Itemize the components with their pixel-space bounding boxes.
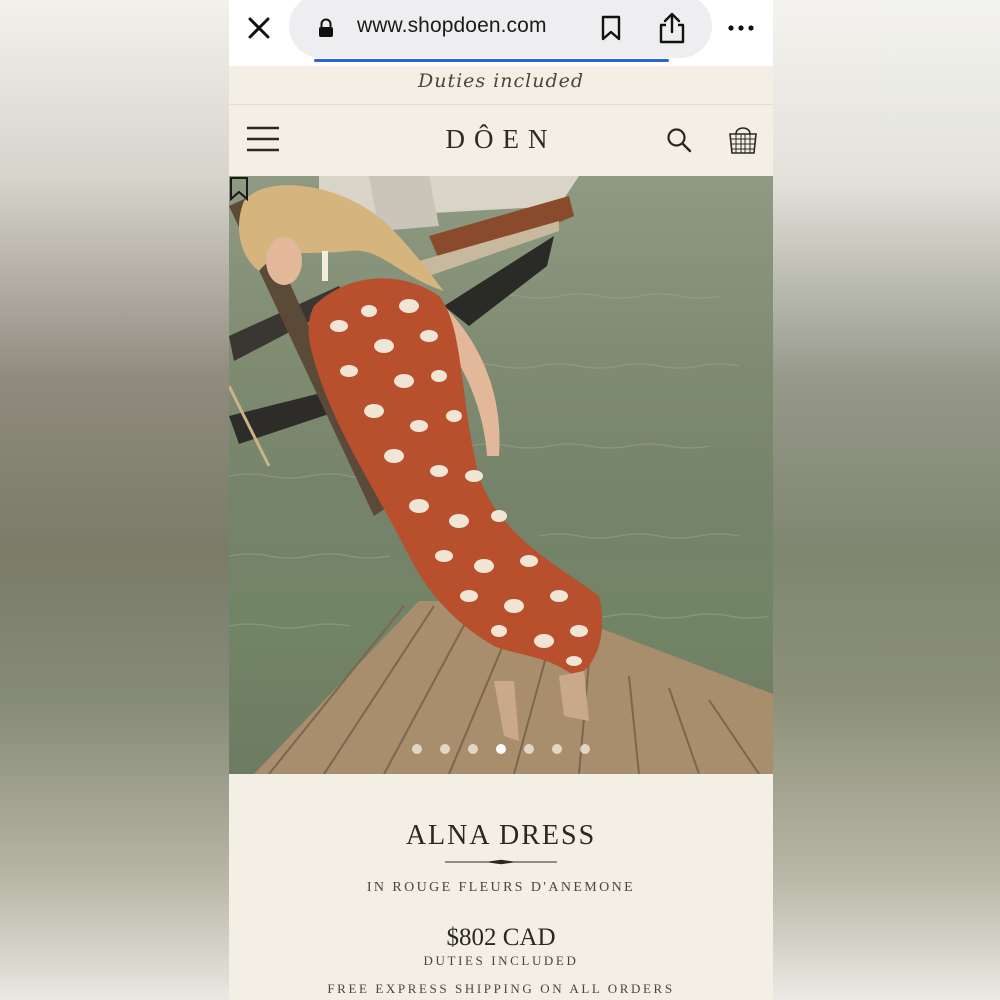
search-icon[interactable] [666, 127, 692, 153]
more-icon[interactable] [727, 17, 755, 39]
carousel-dot[interactable] [412, 744, 422, 754]
carousel-dots [229, 744, 773, 758]
product-price: $802 CAD [446, 924, 556, 951]
basket-icon[interactable] [727, 122, 759, 156]
carousel-dot[interactable] [468, 744, 478, 754]
phone-screen: www.shopdoen.com Duties included DÔEN AL… [229, 0, 773, 1000]
page-load-progress [314, 59, 669, 62]
title-ornament [445, 859, 557, 865]
product-title: ALNA DRESS [405, 820, 597, 851]
banner-divider [229, 104, 773, 105]
lock-icon [319, 18, 333, 37]
product-variant: IN ROUGE FLEURS D'ANEMONE [366, 880, 636, 895]
carousel-dot[interactable] [440, 744, 450, 754]
carousel-dot[interactable] [580, 744, 590, 754]
carousel-dot[interactable] [552, 744, 562, 754]
duties-note: DUTIES INCLUDED [423, 953, 579, 968]
shipping-note: FREE EXPRESS SHIPPING ON ALL ORDERS [327, 981, 675, 996]
blurred-backdrop-left [0, 0, 229, 1000]
share-icon[interactable] [657, 11, 687, 45]
hero-illustration [229, 176, 773, 774]
close-icon[interactable] [243, 12, 275, 44]
duties-banner: Duties included [417, 70, 585, 92]
carousel-dot[interactable] [524, 744, 534, 754]
browser-toolbar: www.shopdoen.com [229, 0, 773, 66]
bookmark-outline-icon[interactable] [229, 176, 249, 202]
bookmark-icon[interactable] [600, 15, 622, 41]
product-hero-image[interactable] [229, 176, 773, 774]
url-text[interactable]: www.shopdoen.com [357, 14, 547, 38]
carousel-dot[interactable] [496, 744, 506, 754]
blurred-backdrop-right [773, 0, 1000, 1000]
